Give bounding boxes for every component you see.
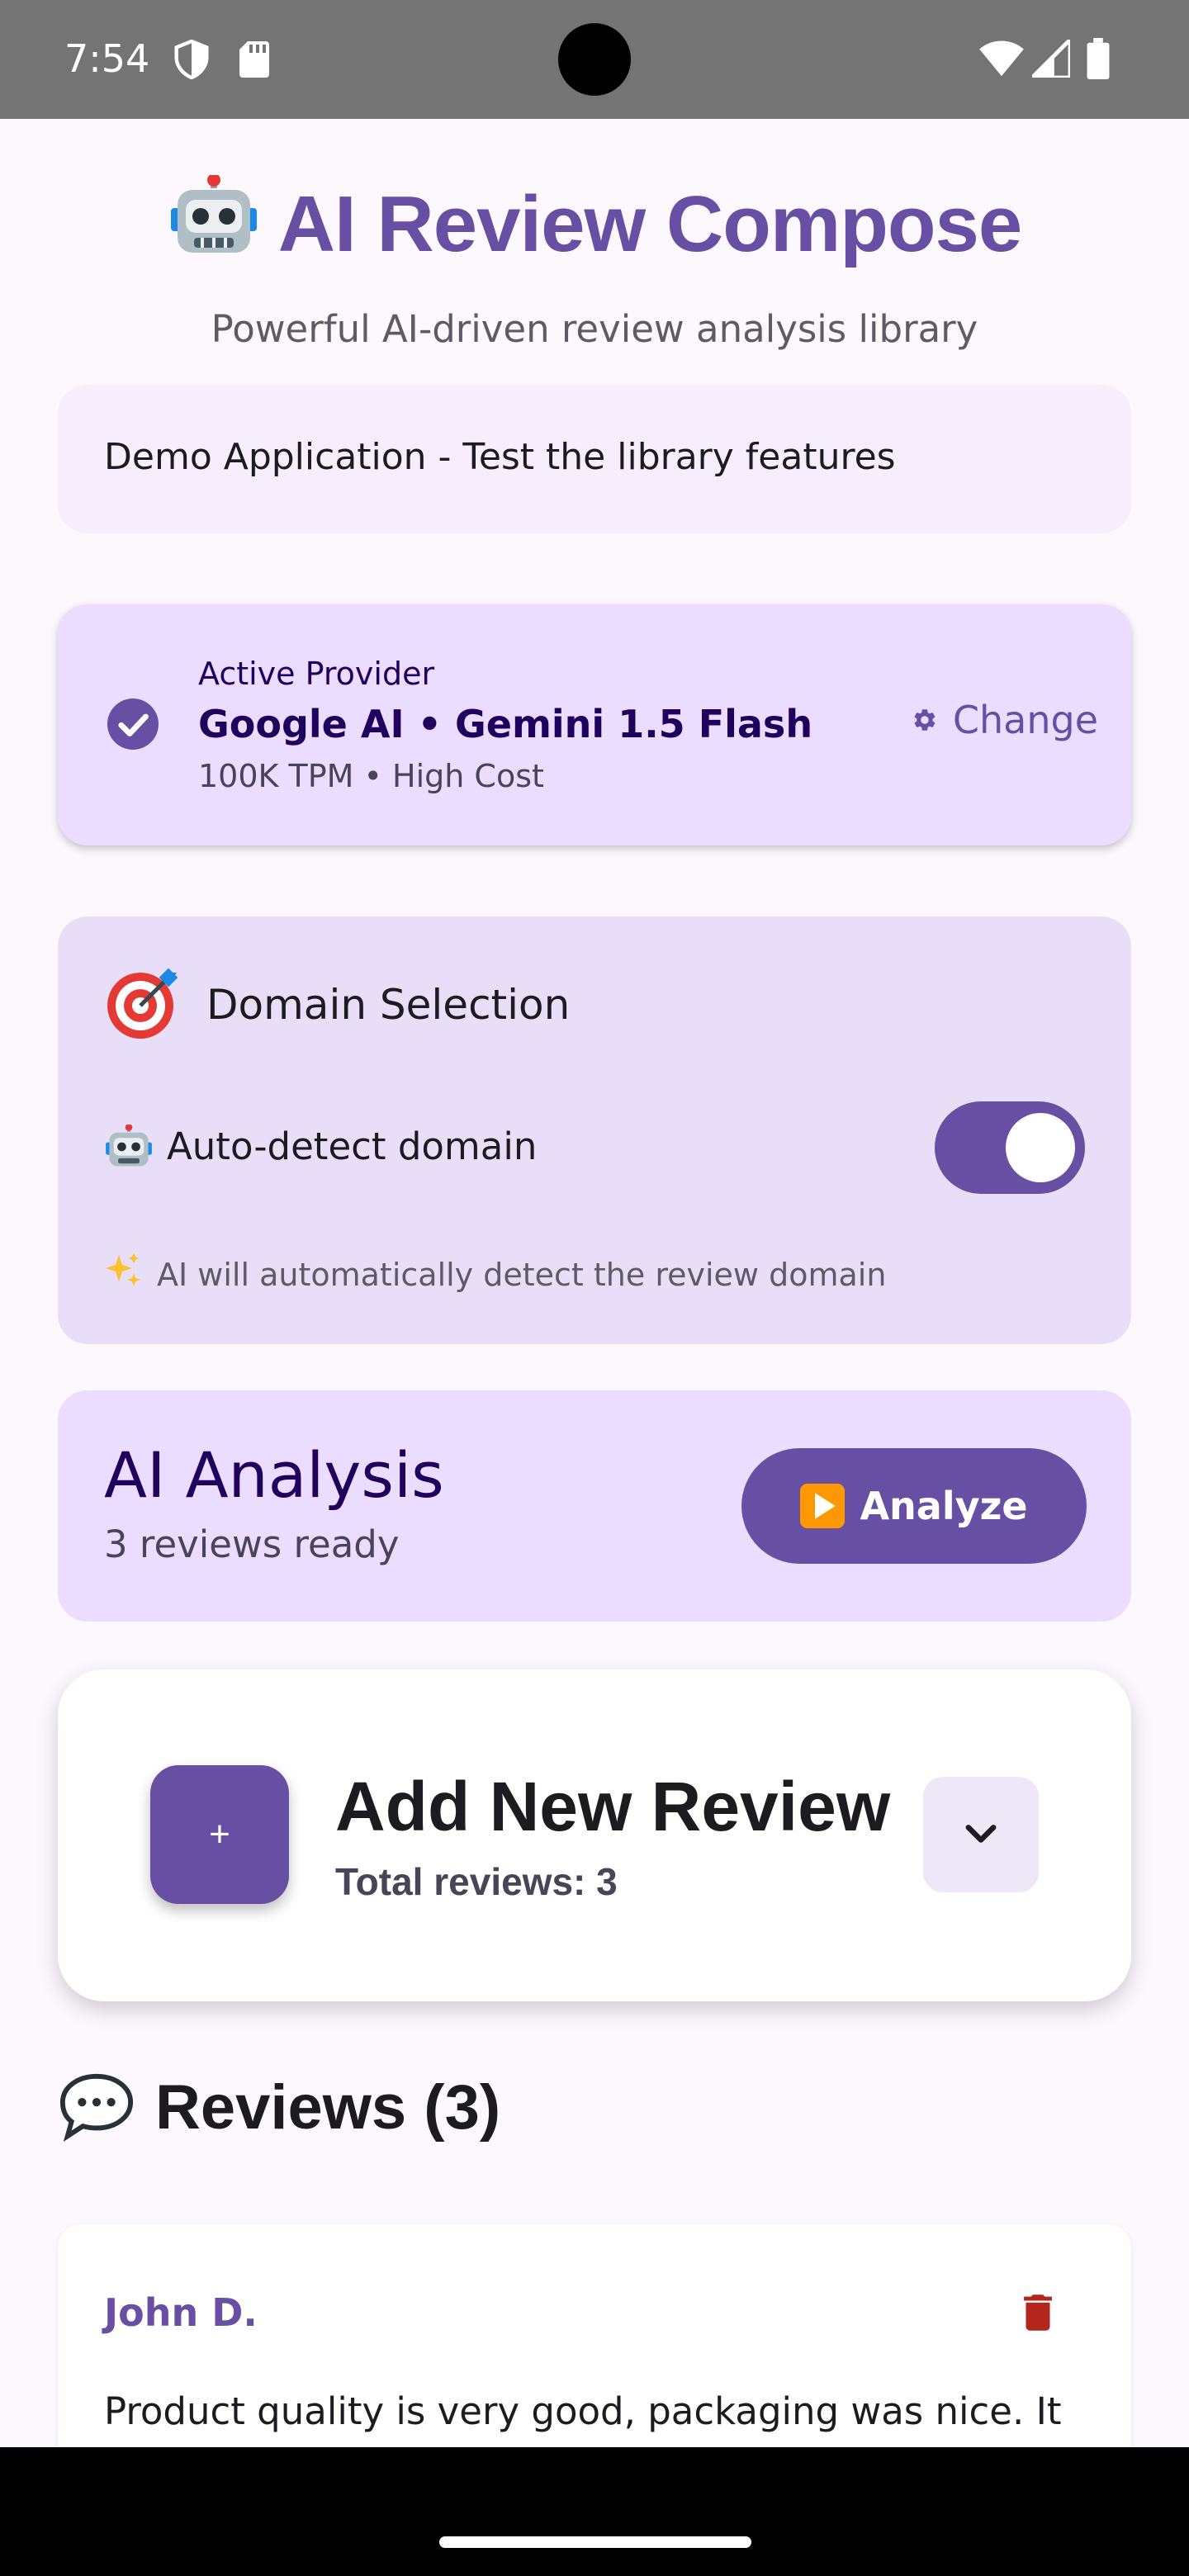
robot-emoji-icon bbox=[106, 1125, 152, 1167]
total-reviews: Total reviews: 3 bbox=[335, 1860, 618, 1903]
add-review-card[interactable]: + Add New Review Total reviews: 3 bbox=[58, 1669, 1131, 2001]
sparkles-icon bbox=[106, 1253, 140, 1286]
toggle-knob bbox=[1006, 1113, 1075, 1182]
add-review-title: Add New Review bbox=[335, 1768, 891, 1845]
chevron-down-icon bbox=[965, 1825, 997, 1843]
expand-button[interactable] bbox=[923, 1777, 1039, 1892]
analyze-label: Analyze bbox=[860, 1484, 1028, 1528]
signal-icon bbox=[1032, 40, 1070, 78]
status-time: 7:54 bbox=[64, 36, 150, 81]
check-circle-icon bbox=[107, 698, 159, 750]
domain-hint: AI will automatically detect the review … bbox=[157, 1257, 887, 1293]
auto-detect-toggle[interactable] bbox=[935, 1101, 1085, 1194]
delete-icon[interactable] bbox=[1014, 2289, 1062, 2337]
change-provider-button[interactable]: Change bbox=[850, 687, 1098, 753]
sd-card-icon bbox=[239, 41, 269, 78]
wifi-icon bbox=[979, 40, 1024, 77]
app-title: AI Review Compose bbox=[0, 175, 1189, 270]
review-text: Product quality is very good, packaging … bbox=[104, 2389, 1062, 2433]
gear-icon bbox=[914, 709, 936, 731]
provider-label: Active Provider bbox=[198, 656, 435, 692]
domain-selection-card: Domain Selection Auto-detect domain AI w… bbox=[58, 916, 1131, 1344]
auto-detect-label: Auto-detect domain bbox=[167, 1125, 538, 1168]
analysis-title: AI Analysis bbox=[104, 1438, 444, 1512]
play-button-icon bbox=[800, 1484, 846, 1528]
ai-analysis-card: AI Analysis 3 reviews ready Analyze bbox=[58, 1390, 1131, 1622]
navigation-bar bbox=[0, 2447, 1189, 2576]
speech-bubble-icon bbox=[59, 2073, 134, 2142]
provider-meta: 100K TPM • High Cost bbox=[198, 758, 544, 794]
reviews-header-text: Reviews (3) bbox=[155, 2072, 501, 2143]
provider-card[interactable]: Active Provider Google AI • Gemini 1.5 F… bbox=[58, 604, 1131, 845]
change-label: Change bbox=[952, 698, 1098, 742]
status-bar: 7:54 bbox=[0, 0, 1189, 119]
plus-icon: + bbox=[209, 1814, 230, 1854]
add-review-button[interactable]: + bbox=[150, 1765, 289, 1904]
app-subtitle: Powerful AI-driven review analysis libra… bbox=[211, 307, 978, 351]
analysis-subtitle: 3 reviews ready bbox=[104, 1522, 400, 1566]
shield-icon bbox=[174, 40, 209, 79]
app-title-text: AI Review Compose bbox=[277, 180, 1023, 268]
robot-emoji-icon bbox=[170, 175, 257, 253]
review-author: John D. bbox=[104, 2290, 258, 2335]
demo-info-card: Demo Application - Test the library feat… bbox=[58, 385, 1131, 533]
provider-name: Google AI • Gemini 1.5 Flash bbox=[198, 702, 813, 746]
reviews-header: Reviews (3) bbox=[58, 2071, 500, 2143]
battery-icon bbox=[1087, 38, 1110, 79]
domain-title: Domain Selection bbox=[206, 981, 571, 1029]
analyze-button[interactable]: Analyze bbox=[741, 1448, 1087, 1564]
demo-text: Demo Application - Test the library feat… bbox=[104, 436, 896, 478]
home-gesture-handle[interactable] bbox=[439, 2536, 751, 2548]
target-icon bbox=[107, 968, 178, 1039]
camera-cutout bbox=[558, 23, 631, 96]
